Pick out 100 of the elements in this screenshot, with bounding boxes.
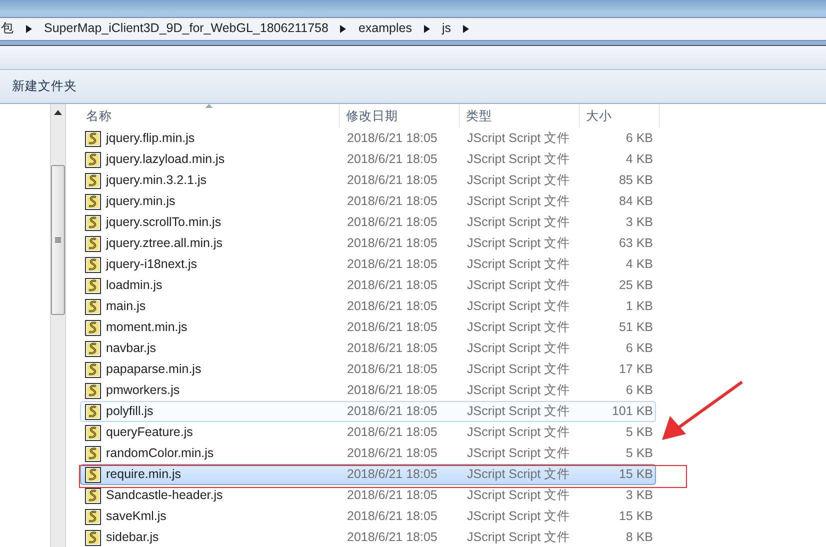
script-file-icon [85, 424, 101, 440]
file-type: JScript Script 文件 [466, 403, 572, 420]
modified-date: 2018/6/21 18:05 [346, 403, 438, 420]
file-type: JScript Script 文件 [466, 277, 572, 294]
file-row[interactable]: pmworkers.js 2018/6/21 18:05 JScript Script 文件 6 KB [80, 380, 656, 401]
file-name: sidebar.js [106, 529, 159, 546]
modified-date: 2018/6/21 18:05 [346, 340, 438, 358]
column-header[interactable]: 大小 [580, 104, 660, 128]
modified-date: 2018/6/21 18:05 [346, 361, 438, 378]
modified-date: 2018/6/21 18:05 [346, 151, 438, 168]
file-row[interactable]: jquery-i18next.js 2018/6/21 18:05 JScript Script 文件 4 KB [80, 254, 656, 275]
scrollbar-thumb[interactable] [51, 165, 65, 315]
script-file-icon [85, 172, 101, 188]
file-type: JScript Script 文件 [466, 256, 572, 274]
grip-icon [55, 237, 61, 243]
file-size: 6 KB [624, 130, 653, 148]
modified-date: 2018/6/21 18:05 [346, 130, 438, 148]
file-size: 25 KB [618, 277, 653, 294]
file-row[interactable]: require.min.js 2018/6/21 18:05 JScript Script 文件 15 KB [80, 464, 656, 485]
file-size: 85 KB [618, 172, 653, 190]
address-bar[interactable]: 包 SuperMap_iClient3D_9D_for_WebGL_1806211758 examples js [0, 16, 826, 40]
breadcrumb-item[interactable]: 包 [1, 19, 14, 38]
modified-date: 2018/6/21 18:05 [346, 466, 438, 484]
file-row[interactable]: Sandcastle-header.js 2018/6/21 18:05 JScript Script 文件 3 KB [80, 485, 656, 506]
modified-date: 2018/6/21 18:05 [346, 382, 438, 400]
new-folder-button[interactable]: 新建文件夹 [12, 77, 77, 96]
file-row[interactable]: jquery.ztree.all.min.js 2018/6/21 18:05 JScript Script 文件 63 KB [80, 233, 656, 254]
file-size: 63 KB [618, 235, 653, 252]
file-size: 17 KB [618, 361, 653, 378]
file-row[interactable]: randomColor.min.js 2018/6/21 18:05 JScript Script 文件 5 KB [80, 443, 656, 464]
modified-date: 2018/6/21 18:05 [346, 193, 438, 210]
breadcrumb-arrow-icon[interactable] [340, 24, 346, 32]
file-type: JScript Script 文件 [466, 529, 572, 546]
file-row[interactable]: navbar.js 2018/6/21 18:05 JScript Script 文件 6 KB [80, 338, 656, 359]
script-file-icon [85, 466, 101, 482]
breadcrumb-arrow-icon[interactable] [26, 24, 32, 32]
script-file-icon [85, 320, 101, 336]
file-type: JScript Script 文件 [466, 298, 572, 316]
file-size: 4 KB [624, 256, 653, 274]
file-row[interactable]: jquery.scrollTo.min.js 2018/6/21 18:05 JScript Script 文件 3 KB [80, 212, 656, 233]
file-size: 15 KB [618, 508, 653, 526]
file-size: 8 KB [624, 529, 653, 546]
file-row[interactable]: main.js 2018/6/21 18:05 JScript Script 文件 1 KB [80, 296, 656, 317]
file-row[interactable]: papaparse.min.js 2018/6/21 18:05 JScript Script 文件 17 KB [80, 359, 656, 380]
file-row[interactable]: jquery.lazyload.min.js 2018/6/21 18:05 JScript Script 文件 4 KB [80, 149, 656, 170]
file-size: 84 KB [618, 193, 653, 210]
file-size: 15 KB [618, 466, 653, 484]
file-row[interactable]: saveKml.js 2018/6/21 18:05 JScript Script 文件 15 KB [80, 506, 656, 527]
file-row[interactable]: moment.min.js 2018/6/21 18:05 JScript Script 文件 51 KB [80, 317, 656, 338]
file-name: Sandcastle-header.js [106, 487, 223, 504]
file-name: randomColor.min.js [106, 445, 214, 462]
file-size: 101 KB [610, 403, 653, 420]
breadcrumb-arrow-icon[interactable] [463, 24, 469, 32]
column-header[interactable]: 类型 [460, 104, 580, 128]
script-file-icon [85, 236, 101, 252]
file-name: loadmin.js [106, 277, 162, 294]
file-type: JScript Script 文件 [466, 151, 572, 168]
file-row[interactable]: jquery.flip.min.js 2018/6/21 18:05 JScript Script 文件 6 KB [80, 128, 656, 149]
file-row[interactable]: queryFeature.js 2018/6/21 18:05 JScript Script 文件 5 KB [80, 422, 656, 443]
file-name: polyfill.js [106, 403, 154, 420]
modified-date: 2018/6/21 18:05 [346, 172, 438, 190]
file-name: jquery-i18next.js [106, 256, 198, 274]
file-type: JScript Script 文件 [466, 319, 572, 336]
file-row[interactable]: sidebar.js 2018/6/21 18:05 JScript Script 文件 8 KB [80, 527, 656, 547]
file-size: 5 KB [624, 445, 653, 462]
modified-date: 2018/6/21 18:05 [346, 424, 438, 442]
file-row[interactable]: loadmin.js 2018/6/21 18:05 JScript Script 文件 25 KB [80, 275, 656, 296]
breadcrumb-arrow-icon[interactable] [424, 24, 430, 32]
file-type: JScript Script 文件 [466, 172, 572, 190]
file-row[interactable]: polyfill.js 2018/6/21 18:05 JScript Script 文件 101 KB [80, 401, 656, 422]
column-header[interactable]: 名称 [80, 104, 340, 128]
script-file-icon [85, 508, 101, 524]
file-name: jquery.min.js [106, 193, 176, 210]
file-row[interactable]: jquery.min.js 2018/6/21 18:05 JScript Script 文件 84 KB [80, 191, 656, 212]
script-file-icon [85, 194, 101, 210]
file-size: 3 KB [624, 214, 653, 232]
script-file-icon [85, 404, 101, 420]
breadcrumb-item[interactable]: SuperMap_iClient3D_9D_for_WebGL_1806211758 [44, 19, 328, 38]
script-file-icon [85, 488, 101, 504]
file-type: JScript Script 文件 [466, 235, 572, 252]
file-name: jquery.ztree.all.min.js [106, 235, 222, 252]
file-name: main.js [106, 298, 146, 316]
file-name: navbar.js [106, 340, 156, 358]
file-row[interactable]: jquery.min.3.2.1.js 2018/6/21 18:05 JScript Script 文件 85 KB [80, 170, 656, 191]
sort-arrow-icon [205, 104, 213, 108]
file-size: 51 KB [618, 319, 653, 336]
modified-date: 2018/6/21 18:05 [346, 529, 438, 546]
modified-date: 2018/6/21 18:05 [346, 256, 438, 274]
file-type: JScript Script 文件 [466, 340, 572, 358]
column-header[interactable]: 修改日期 [340, 104, 460, 128]
file-name: papaparse.min.js [106, 361, 202, 378]
modified-date: 2018/6/21 18:05 [346, 298, 438, 316]
breadcrumb-item[interactable]: js [442, 19, 451, 38]
file-name: jquery.min.3.2.1.js [106, 172, 207, 190]
script-file-icon [85, 362, 101, 378]
breadcrumb-item[interactable]: examples [358, 19, 412, 38]
scrollbar[interactable] [50, 104, 66, 547]
file-name: queryFeature.js [106, 424, 193, 442]
script-file-icon [85, 382, 101, 398]
scroll-up-icon[interactable] [54, 110, 62, 115]
